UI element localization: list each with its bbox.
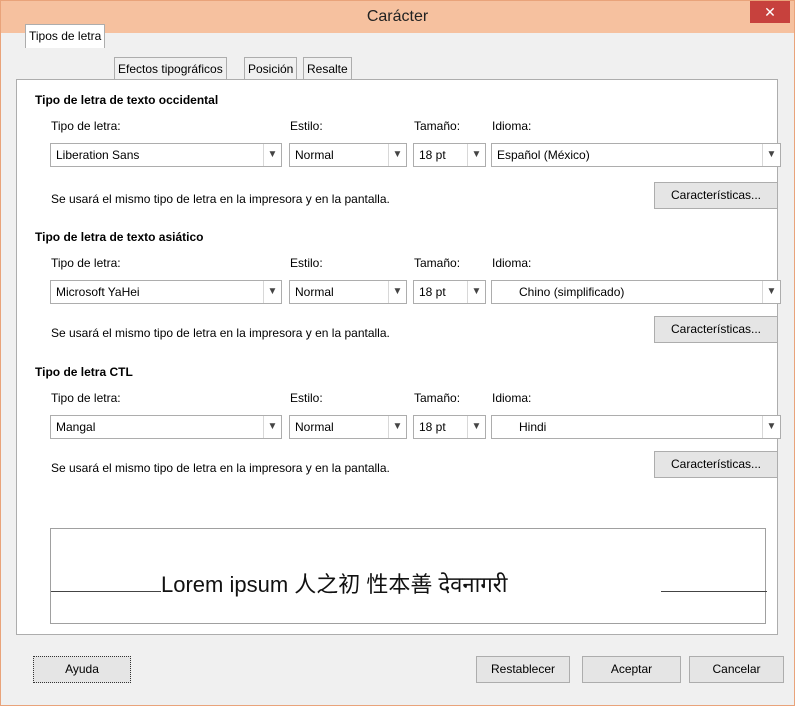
chevron-down-icon[interactable]: ▼ xyxy=(263,281,281,303)
preview-baseline-right xyxy=(661,591,767,592)
close-icon: ✕ xyxy=(764,4,776,20)
font-combo-western[interactable]: Liberation Sans ▼ xyxy=(50,143,282,167)
size-label-western: Tamaño: xyxy=(414,119,461,133)
tab-efectos-tipograficos[interactable]: Efectos tipográficos xyxy=(114,57,227,79)
style-label-asian: Estilo: xyxy=(290,256,323,270)
size-label-asian: Tamaño: xyxy=(414,256,461,270)
features-button-western[interactable]: Características... xyxy=(654,182,778,209)
font-label-western: Tipo de letra: xyxy=(51,119,121,133)
size-value-western: 18 pt xyxy=(419,148,446,162)
preview-baseline-left xyxy=(51,591,161,592)
chevron-down-icon[interactable]: ▼ xyxy=(388,281,406,303)
style-combo-ctl[interactable]: Normal ▼ xyxy=(289,415,407,439)
chevron-down-icon[interactable]: ▼ xyxy=(762,144,780,166)
size-label-ctl: Tamaño: xyxy=(414,391,461,405)
printer-note-asian: Se usará el mismo tipo de letra en la im… xyxy=(51,326,390,340)
section-heading-western: Tipo de letra de texto occidental xyxy=(35,93,219,107)
section-heading-asian: Tipo de letra de texto asiático xyxy=(35,230,204,244)
font-value-ctl: Mangal xyxy=(56,420,96,434)
font-combo-asian[interactable]: Microsoft YaHei ▼ xyxy=(50,280,282,304)
tab-tipos-de-letra[interactable]: Tipos de letra xyxy=(25,24,106,48)
language-label-western: Idioma: xyxy=(492,119,532,133)
size-combo-western[interactable]: 18 pt ▼ xyxy=(413,143,486,167)
chevron-down-icon[interactable]: ▼ xyxy=(467,144,485,166)
size-combo-ctl[interactable]: 18 pt ▼ xyxy=(413,415,486,439)
style-label-western: Estilo: xyxy=(290,119,323,133)
language-combo-ctl[interactable]: Hindi ▼ xyxy=(491,415,781,439)
language-value-western: Español (México) xyxy=(497,148,590,162)
style-value-asian: Normal xyxy=(295,285,334,299)
features-button-ctl[interactable]: Características... xyxy=(654,451,778,478)
chevron-down-icon[interactable]: ▼ xyxy=(467,416,485,438)
chevron-down-icon[interactable]: ▼ xyxy=(467,281,485,303)
size-value-asian: 18 pt xyxy=(419,285,446,299)
chevron-down-icon[interactable]: ▼ xyxy=(263,144,281,166)
chevron-down-icon[interactable]: ▼ xyxy=(762,281,780,303)
tab-resalte[interactable]: Resalte xyxy=(303,57,352,79)
font-preview: Lorem ipsum 人之初 性本善 देवनागरी xyxy=(50,528,767,624)
chevron-down-icon[interactable]: ▼ xyxy=(388,416,406,438)
style-value-western: Normal xyxy=(295,148,334,162)
printer-note-western: Se usará el mismo tipo de letra en la im… xyxy=(51,192,390,206)
style-label-ctl: Estilo: xyxy=(290,391,323,405)
chevron-down-icon[interactable]: ▼ xyxy=(263,416,281,438)
font-value-asian: Microsoft YaHei xyxy=(56,285,140,299)
language-combo-western[interactable]: Español (México) ▼ xyxy=(491,143,781,167)
font-combo-ctl[interactable]: Mangal ▼ xyxy=(50,415,282,439)
preview-text: Lorem ipsum 人之初 性本善 देवनागरी xyxy=(161,572,508,597)
title-bar: Carácter ✕ xyxy=(1,1,794,33)
language-label-ctl: Idioma: xyxy=(492,391,532,405)
size-combo-asian[interactable]: 18 pt ▼ xyxy=(413,280,486,304)
section-heading-ctl: Tipo de letra CTL xyxy=(35,365,133,379)
font-label-ctl: Tipo de letra: xyxy=(51,391,121,405)
close-button[interactable]: ✕ xyxy=(750,1,790,23)
language-value-asian: Chino (simplificado) xyxy=(519,285,625,299)
font-value-western: Liberation Sans xyxy=(56,148,140,162)
cancel-button[interactable]: Cancelar xyxy=(689,656,784,683)
font-label-asian: Tipo de letra: xyxy=(51,256,121,270)
reset-button[interactable]: Restablecer xyxy=(476,656,570,683)
language-combo-asian[interactable]: Chino (simplificado) ▼ xyxy=(491,280,781,304)
style-value-ctl: Normal xyxy=(295,420,334,434)
style-combo-asian[interactable]: Normal ▼ xyxy=(289,280,407,304)
printer-note-ctl: Se usará el mismo tipo de letra en la im… xyxy=(51,461,390,475)
help-button[interactable]: Ayuda xyxy=(33,656,131,683)
chevron-down-icon[interactable]: ▼ xyxy=(762,416,780,438)
features-button-asian[interactable]: Características... xyxy=(654,316,778,343)
chevron-down-icon[interactable]: ▼ xyxy=(388,144,406,166)
tab-posicion[interactable]: Posición xyxy=(244,57,298,79)
ok-button[interactable]: Aceptar xyxy=(582,656,681,683)
language-value-ctl: Hindi xyxy=(519,420,547,434)
style-combo-western[interactable]: Normal ▼ xyxy=(289,143,407,167)
size-value-ctl: 18 pt xyxy=(419,420,446,434)
dialog-title: Carácter xyxy=(366,8,429,25)
language-label-asian: Idioma: xyxy=(492,256,532,270)
